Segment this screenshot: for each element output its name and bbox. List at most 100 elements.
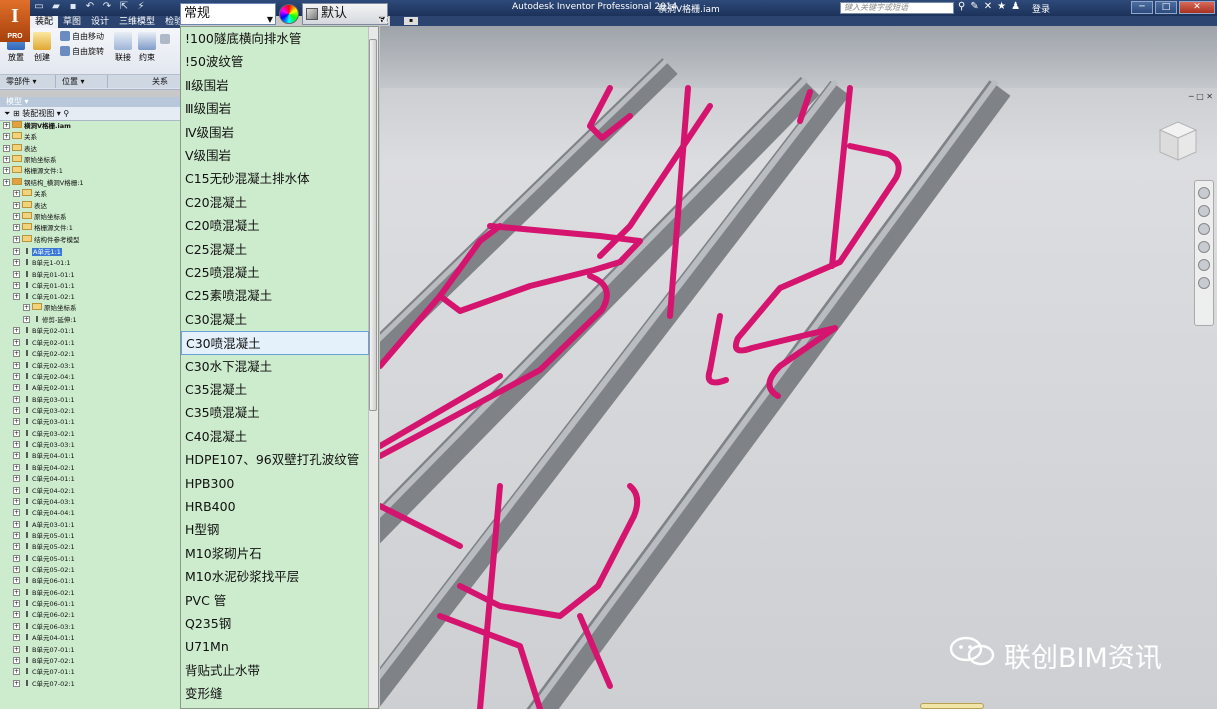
zoom-icon[interactable]	[1198, 223, 1210, 235]
expand-icon[interactable]: +	[3, 167, 10, 175]
material-option[interactable]: M10浆砌片石	[181, 542, 369, 565]
material-option[interactable]: H型钢	[181, 518, 369, 541]
tree-row[interactable]: + I C单元05-01:1	[0, 553, 180, 564]
dropdown-arrow-icon[interactable]: ▾	[57, 109, 61, 118]
expand-icon[interactable]: +	[13, 520, 20, 528]
color-wheel-icon[interactable]	[279, 4, 299, 24]
material-option[interactable]: C20混凝土	[181, 191, 369, 214]
material-option[interactable]: M10水泥砂浆找平层	[181, 565, 369, 588]
expand-icon[interactable]: +	[13, 475, 20, 483]
expand-icon[interactable]: +	[13, 418, 20, 426]
expand-icon[interactable]: +	[3, 178, 10, 186]
tree-row[interactable]: + I C单元02-01:1	[0, 337, 180, 348]
maximize-button[interactable]: □	[1155, 1, 1177, 14]
create-button[interactable]: 创建	[30, 32, 54, 63]
help-search-input[interactable]: 键入关键字或短语	[840, 2, 954, 14]
material-option[interactable]: C35喷混凝土	[181, 401, 369, 424]
material-option[interactable]: C30喷混凝土	[181, 331, 369, 355]
login-link[interactable]: 登录	[1032, 2, 1050, 15]
dropdown-scrollbar-thumb[interactable]	[369, 39, 377, 411]
free-move-button[interactable]: 自由移动	[60, 31, 104, 42]
expand-icon[interactable]: +	[13, 441, 20, 449]
material-option[interactable]: C25混凝土	[181, 238, 369, 261]
material-option[interactable]: C25素喷混凝土	[181, 284, 369, 307]
navbar-menu-icon[interactable]	[1198, 277, 1210, 289]
expand-icon[interactable]: +	[23, 303, 30, 311]
tree-row[interactable]: + 格栅源文件:1	[0, 166, 180, 177]
expand-icon[interactable]: +	[13, 634, 20, 642]
ribbon-tab-2[interactable]: 设计	[86, 16, 114, 28]
tree-row[interactable]: + I C单元07-02:1	[0, 678, 180, 689]
viewcube-icon[interactable]	[1154, 118, 1202, 166]
tree-row[interactable]: + 关系	[0, 132, 180, 143]
redo-icon[interactable]: ↷	[100, 1, 114, 13]
tree-row[interactable]: + I C单元03-03:1	[0, 439, 180, 450]
tree-row[interactable]: + I C单元04-02:1	[0, 485, 180, 496]
dropdown-scrollbar[interactable]	[368, 27, 378, 708]
tree-row[interactable]: + I C单元02-04:1	[0, 371, 180, 382]
binoculars-icon[interactable]: ⚲	[958, 1, 965, 12]
expand-icon[interactable]: +	[13, 656, 20, 664]
expand-icon[interactable]: +	[13, 259, 20, 267]
material-option[interactable]: C25喷混凝土	[181, 261, 369, 284]
graphics-viewport[interactable]: ─ □ ✕ 联创BIM资讯	[380, 26, 1217, 709]
tree-row[interactable]: + 结构件参考模型	[0, 234, 180, 246]
free-rotate-button[interactable]: 自由旋转	[60, 46, 104, 57]
appearance-combo[interactable]: 默认 ▼	[302, 3, 388, 25]
minimize-button[interactable]: ─	[1131, 1, 1153, 14]
expand-icon[interactable]: +	[13, 668, 20, 676]
tree-row[interactable]: + I C单元04-04:1	[0, 507, 180, 518]
more-tools-icon[interactable]	[160, 34, 172, 44]
open-icon[interactable]: ▰	[49, 1, 63, 13]
tree-row[interactable]: + I B单元05-01:1	[0, 530, 180, 541]
expand-icon[interactable]: +	[13, 645, 20, 653]
expand-icon[interactable]: +	[13, 361, 20, 369]
material-option[interactable]: C35混凝土	[181, 378, 369, 401]
material-option[interactable]: C15无砂混凝土排水体	[181, 167, 369, 190]
update-icon[interactable]: ⚡	[134, 1, 148, 13]
tree-row[interactable]: + 原始坐标系	[0, 302, 180, 314]
expand-icon[interactable]: +	[13, 282, 20, 290]
star-icon[interactable]: ★	[997, 1, 1006, 12]
material-option[interactable]: 背贴式止水带	[181, 659, 369, 682]
material-option[interactable]: C40混凝土	[181, 425, 369, 448]
ribbon-tab-0[interactable]: 装配	[30, 16, 59, 28]
document-tab[interactable]: ▪	[404, 17, 418, 25]
material-option[interactable]: !50波纹管	[181, 50, 369, 73]
filter-icon[interactable]: ⏷	[4, 109, 10, 118]
expand-icon[interactable]: +	[13, 235, 20, 243]
material-option[interactable]: Ⅳ级围岩	[181, 121, 369, 144]
relationships-panel-label[interactable]: 关系	[108, 75, 174, 88]
expand-icon[interactable]: +	[3, 144, 10, 152]
expand-icon[interactable]: +	[13, 554, 20, 562]
material-option[interactable]: HPB300	[181, 472, 369, 495]
components-panel-label[interactable]: 零部件 ▾	[0, 75, 56, 88]
browser-header[interactable]: 模型 ▾	[0, 97, 180, 107]
tree-row[interactable]: + I C单元06-01:1	[0, 598, 180, 609]
material-option[interactable]: 变形缝	[181, 682, 369, 705]
position-panel-label[interactable]: 位置 ▾	[56, 75, 108, 88]
expand-icon[interactable]: +	[13, 497, 20, 505]
tree-row[interactable]: + I C单元03-02:1	[0, 405, 180, 416]
tree-row[interactable]: + I C单元04-03:1	[0, 496, 180, 507]
expand-icon[interactable]: +	[23, 316, 30, 324]
tree-row[interactable]: + I B单元06-02:1	[0, 587, 180, 598]
expand-icon[interactable]: +	[3, 156, 10, 164]
expand-icon[interactable]: +	[3, 122, 10, 129]
tree-row[interactable]: + I C单元03-01:1	[0, 416, 180, 427]
tree-row[interactable]: + I C单元04-01:1	[0, 473, 180, 484]
expand-icon[interactable]: +	[13, 509, 20, 517]
tree-row[interactable]: + 原始坐标系	[0, 211, 180, 223]
tree-row[interactable]: + I C单元05-02:1	[0, 564, 180, 575]
expand-icon[interactable]: +	[13, 566, 20, 574]
inventor-logo[interactable]: I PRO	[0, 0, 30, 42]
expand-icon[interactable]: +	[13, 327, 20, 335]
look-at-icon[interactable]	[1198, 259, 1210, 271]
tree-row[interactable]: + I C单元03-02:1	[0, 428, 180, 439]
expand-icon[interactable]: +	[13, 429, 20, 437]
expand-icon[interactable]: +	[13, 293, 20, 301]
tree-row[interactable]: + 横洞V格栅.iam	[0, 121, 180, 132]
expand-icon[interactable]: +	[13, 463, 20, 471]
material-option[interactable]: C30混凝土	[181, 308, 369, 331]
material-option[interactable]: Ⅱ级围岩	[181, 74, 369, 97]
